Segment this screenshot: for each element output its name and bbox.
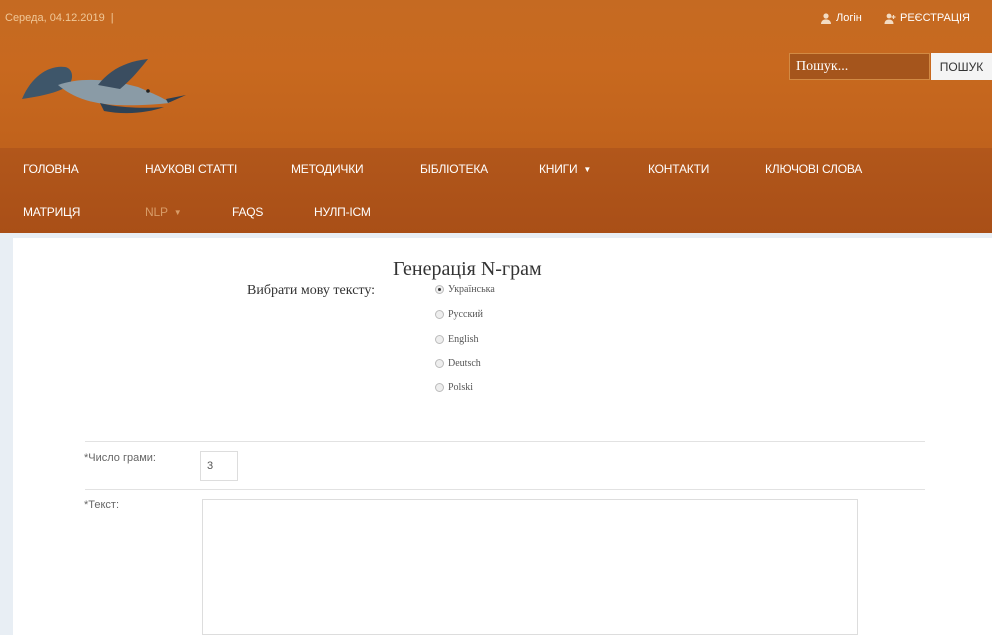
nav-item-faqs[interactable]: FAQS <box>232 205 263 219</box>
nav-item-methodics[interactable]: МЕТОДИЧКИ <box>291 162 364 176</box>
text-label: *Текст: <box>84 499 120 511</box>
language-option-ukrainian[interactable]: Українська <box>435 284 495 295</box>
nav-item-library[interactable]: БІБЛІОТЕКА <box>420 162 488 176</box>
user-icon <box>821 13 831 24</box>
radio-button[interactable] <box>435 383 444 392</box>
nav-item-books[interactable]: КНИГИ ▼ <box>539 162 591 176</box>
caret-down-icon: ▼ <box>173 208 182 217</box>
n-gram-input[interactable] <box>200 451 238 481</box>
nav-row-2: МАТРИЦЯ NLP ▼ FAQS НУЛП-ІСМ <box>0 193 992 235</box>
nav-item-nulp-ism[interactable]: НУЛП-ІСМ <box>314 205 371 219</box>
search-input[interactable] <box>789 53 930 80</box>
login-link[interactable]: Логін <box>820 12 862 24</box>
register-link[interactable]: РЕЄСТРАЦІЯ <box>884 12 970 24</box>
language-option-russian[interactable]: Русский <box>435 309 483 320</box>
divider <box>85 441 925 442</box>
nav-item-scientific-articles[interactable]: НАУКОВІ СТАТТІ <box>145 162 237 176</box>
nav-item-nlp[interactable]: NLP ▼ <box>145 205 182 219</box>
add-user-icon <box>884 13 896 24</box>
nav-row-1: ГОЛОВНА НАУКОВІ СТАТТІ МЕТОДИЧКИ БІБЛІОТ… <box>0 148 992 190</box>
language-option-deutsch[interactable]: Deutsch <box>435 358 481 369</box>
text-input[interactable] <box>202 499 858 635</box>
main-navigation: ГОЛОВНА НАУКОВІ СТАТТІ МЕТОДИЧКИ БІБЛІОТ… <box>0 148 992 233</box>
current-date: Середа, 04.12.2019 | <box>5 12 114 24</box>
nav-item-home[interactable]: ГОЛОВНА <box>23 162 79 176</box>
radio-button[interactable] <box>435 310 444 319</box>
nav-item-keywords[interactable]: КЛЮЧОВІ СЛОВА <box>765 162 862 176</box>
site-header: Середа, 04.12.2019 | Логін РЕЄСТРАЦІЯ ПОШ… <box>0 0 992 148</box>
page-title: Генерація N-грам <box>393 258 542 280</box>
language-option-polski[interactable]: Polski <box>435 382 473 393</box>
nav-item-matrix[interactable]: МАТРИЦЯ <box>23 205 80 219</box>
divider <box>85 489 925 490</box>
seagull-logo <box>22 59 186 114</box>
n-gram-label: *Число грами: <box>84 452 156 464</box>
top-bar: Середа, 04.12.2019 | Логін РЕЄСТРАЦІЯ <box>0 0 992 36</box>
nav-item-contacts[interactable]: КОНТАКТИ <box>648 162 709 176</box>
radio-button[interactable] <box>435 335 444 344</box>
search-button[interactable]: ПОШУК <box>931 53 992 80</box>
radio-button-checked[interactable] <box>435 285 444 294</box>
radio-button[interactable] <box>435 359 444 368</box>
caret-down-icon: ▼ <box>583 165 592 174</box>
language-option-english[interactable]: English <box>435 334 479 345</box>
language-label: Вибрати мову тексту: <box>247 283 376 298</box>
